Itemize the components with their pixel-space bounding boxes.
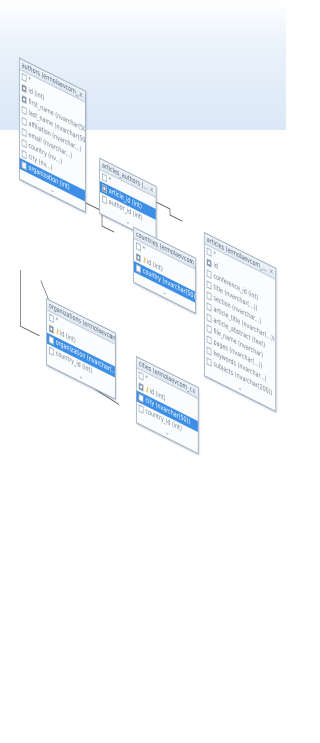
close-icon[interactable]: × [150,184,154,196]
checkbox-icon[interactable] [102,172,107,182]
checkbox-icon[interactable] [206,334,212,345]
checkbox-icon[interactable] [21,72,27,82]
checkbox-icon[interactable] [21,105,27,115]
checkbox-icon[interactable] [138,403,144,414]
key-icon: ⚷ [145,384,150,395]
checkbox-icon[interactable] [206,345,212,356]
checkbox-icon[interactable] [48,312,54,323]
checkbox-icon[interactable] [206,301,212,312]
checkbox-icon[interactable] [136,241,141,251]
column-label: * [142,244,146,254]
checkbox-icon[interactable] [206,268,212,279]
close-icon[interactable]: × [189,256,193,268]
link-authors-organizations [20,270,40,337]
close-icon[interactable]: × [79,88,83,100]
checkbox-icon[interactable] [21,83,27,93]
checkbox-icon[interactable] [206,279,212,290]
checkbox-icon[interactable] [206,323,212,334]
column-label: * [55,315,59,326]
checkbox-icon[interactable] [206,257,212,268]
checkbox-icon[interactable] [102,194,107,204]
close-icon[interactable]: × [109,330,113,342]
checkbox-icon[interactable] [21,160,27,170]
checkbox-icon[interactable] [48,345,54,356]
close-icon[interactable]: × [269,266,273,278]
checkbox-icon[interactable] [48,334,54,345]
checkbox-icon[interactable] [136,263,141,273]
checkbox-icon[interactable] [21,94,27,104]
checkbox-icon[interactable] [138,381,144,392]
checkbox-icon[interactable] [138,370,144,381]
column-label: * [145,373,148,383]
column-label: * [108,175,112,185]
checkbox-icon[interactable] [206,246,212,257]
checkbox-icon[interactable] [21,127,27,137]
checkbox-icon[interactable] [206,290,212,301]
checkbox-icon[interactable] [48,323,54,334]
checkbox-icon[interactable] [21,138,27,148]
checkbox-icon[interactable] [138,392,144,403]
column-label: id [213,260,218,271]
key-icon: ⚷ [142,255,147,266]
checkbox-icon[interactable] [206,356,212,367]
key-icon: ⚷ [55,326,60,337]
checkbox-icon[interactable] [102,183,107,193]
close-icon[interactable]: × [192,385,196,397]
column-label: * [28,75,31,85]
checkbox-icon[interactable] [21,149,27,159]
checkbox-icon[interactable] [21,116,27,126]
column-label: * [213,249,216,259]
checkbox-icon[interactable] [206,312,212,323]
checkbox-icon[interactable] [136,252,141,262]
